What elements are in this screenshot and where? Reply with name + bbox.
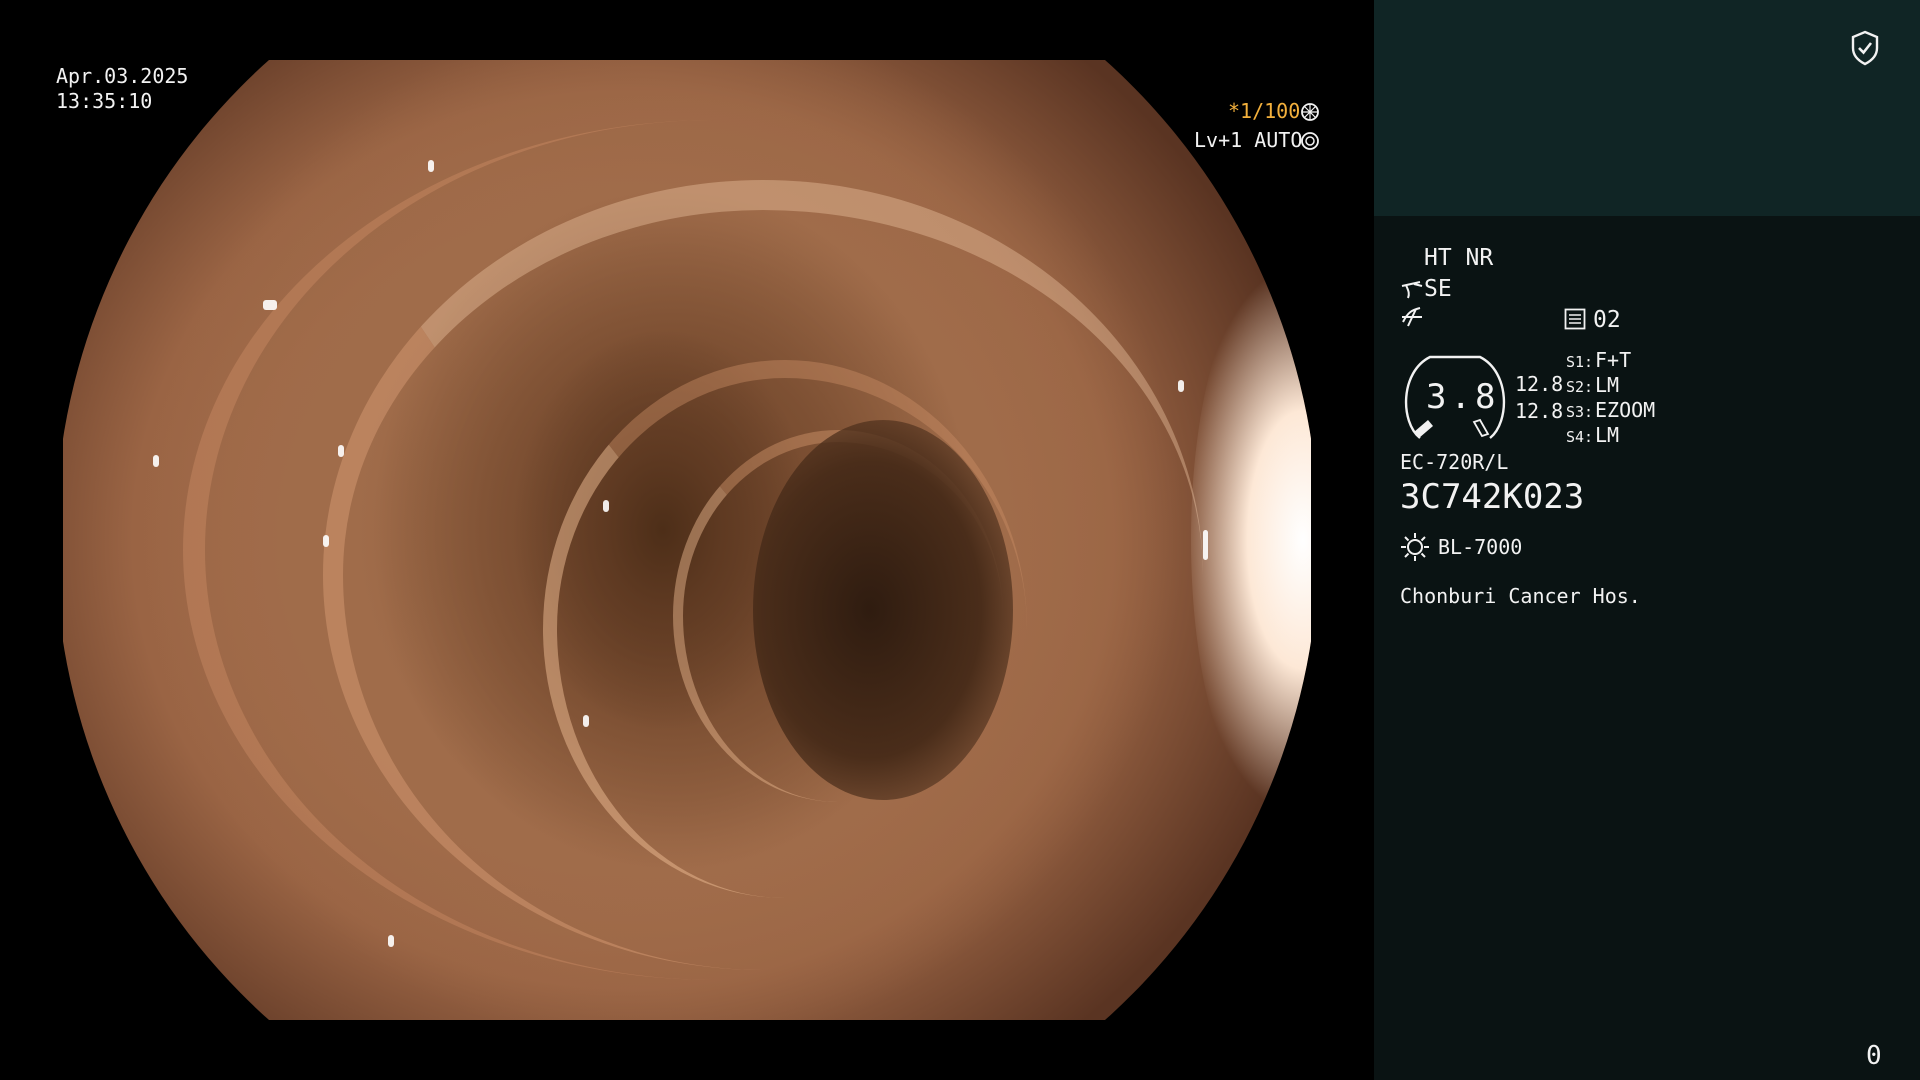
ht-nr-label: HT NR: [1424, 245, 1494, 271]
specular-highlight: [428, 160, 434, 172]
endoscopy-viewport: Apr.03.2025 13:35:10 *1/100 Lv+1 AUTO: [0, 0, 1374, 1080]
switch-key: S4:: [1566, 428, 1594, 446]
specular-highlight: [1178, 380, 1184, 392]
specular-highlight: [153, 455, 159, 467]
memory-icon: [1564, 308, 1586, 330]
shutter-speed-label: *1/100: [1228, 99, 1301, 123]
specular-highlight: [388, 935, 394, 947]
endoscopic-image: [63, 60, 1311, 1020]
se-label: SE: [1424, 276, 1452, 302]
specular-highlight: [338, 445, 344, 457]
switch-value: LM: [1595, 373, 1620, 397]
specular-highlight: [1203, 530, 1208, 560]
time-label: 13:35:10: [56, 89, 153, 113]
switch-value: EZOOM: [1595, 398, 1656, 422]
specular-highlight: [323, 535, 329, 547]
zoom-value: 3.8: [1426, 377, 1500, 417]
specular-highlight: [603, 500, 609, 512]
hospital-name-label: Chonburi Cancer Hos.: [1400, 584, 1641, 608]
switch-value: LM: [1595, 423, 1620, 447]
switch-key: S2:: [1566, 378, 1594, 396]
light-glare: [1191, 280, 1311, 800]
scale-bottom-value: 12.8: [1515, 399, 1564, 423]
iris-icon: [1301, 132, 1319, 150]
scale-top-value: 12.8: [1515, 372, 1564, 396]
switch-key: S1:: [1566, 353, 1594, 371]
specular-highlight: [583, 715, 589, 727]
switch-key: S3:: [1566, 403, 1594, 421]
colon-lumen: [753, 420, 1013, 800]
light-source-icon: [1401, 533, 1429, 561]
scope-serial-label: 3C742K023: [1400, 477, 1585, 517]
structure-enhancement-icon: [1401, 281, 1423, 299]
shutter-icon: [1301, 103, 1319, 121]
image-counter: 0: [1866, 1041, 1882, 1071]
info-panel-header: [1374, 0, 1920, 216]
scope-model-label: EC-720R/L: [1400, 450, 1509, 474]
memory-value: 02: [1593, 307, 1621, 333]
security-shield-icon: [1851, 30, 1879, 66]
switch-value: F+T: [1595, 348, 1632, 372]
light-source-label: BL-7000: [1438, 535, 1523, 559]
specular-highlight: [263, 300, 277, 310]
date-label: Apr.03.2025: [56, 64, 189, 88]
color-tone-icon: [1402, 307, 1422, 327]
iris-mode-label: Lv+1 AUTO: [1194, 128, 1303, 152]
